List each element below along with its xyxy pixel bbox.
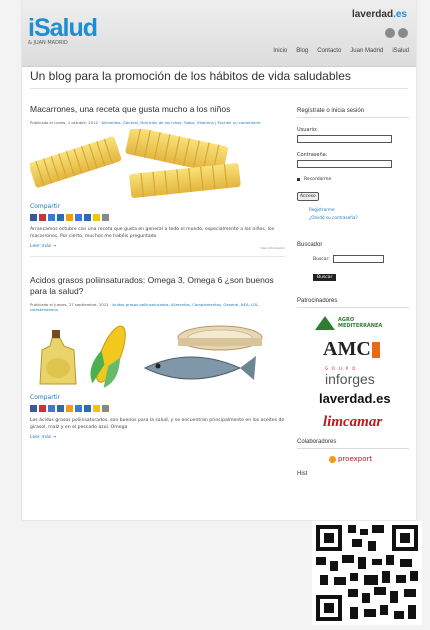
page: iSalud & JUAN MADRID laverdad.es Inicio … [22, 0, 416, 520]
logo-text: iSalud [28, 14, 98, 42]
feed-icon[interactable] [398, 28, 408, 38]
nav-item-inicio[interactable]: Inicio [273, 48, 287, 54]
nav-item-juan-madrid[interactable]: Juan Madrid [350, 48, 383, 54]
post-date: Publicado el Lunes, 1 octubre, 2012 [30, 120, 98, 125]
share-link[interactable]: Compartir [30, 394, 285, 401]
username-field[interactable] [297, 135, 392, 143]
post-meta: Publicado el Jueves, 27 septiembre, 2012… [30, 302, 260, 312]
twitter-icon[interactable] [39, 214, 46, 221]
post-image-macarrones[interactable] [29, 126, 275, 199]
email-icon[interactable] [385, 28, 395, 38]
nav-item-blog[interactable]: Blog [296, 48, 308, 54]
share-icons [30, 214, 285, 221]
sponsor-inforges[interactable]: GRUPO inforges [325, 366, 409, 387]
checkbox-icon[interactable] [297, 178, 300, 181]
post-categories[interactable]: Alimentos, General, Nutrición de los niñ… [102, 120, 261, 125]
delicious-icon[interactable] [48, 405, 55, 412]
delicious-icon[interactable] [48, 214, 55, 221]
share-link[interactable]: Compartir [30, 203, 285, 210]
remember-me[interactable]: Recordarme [297, 177, 409, 182]
main-nav: Inicio Blog Contacto Juan Madrid iSalud [273, 48, 409, 54]
login-button[interactable]: Acceso [297, 192, 319, 201]
password-label: Contraseña: [297, 152, 328, 158]
post-separator [30, 256, 285, 257]
register-link[interactable]: Registrarme [309, 207, 409, 212]
qr-code[interactable] [312, 521, 422, 625]
print-icon[interactable] [102, 405, 109, 412]
search-row: Buscar: [313, 255, 409, 263]
collaborators-heading: Colaboradores [297, 439, 337, 445]
sponsor-amc-text: AMC [323, 338, 371, 360]
post-title[interactable]: Macarrones, una receta que gusta mucho a… [30, 104, 285, 115]
nav-item-contacto[interactable]: Contacto [317, 48, 341, 54]
myspace-icon[interactable] [84, 405, 91, 412]
post-image-omega[interactable] [30, 316, 275, 390]
print-icon[interactable] [102, 214, 109, 221]
login-heading: Regístrate o inicia sesión [297, 108, 365, 114]
password-field[interactable] [297, 160, 392, 168]
facebook-icon[interactable] [30, 405, 37, 412]
collaborators-heading-line [297, 448, 409, 449]
site-header: iSalud & JUAN MADRID laverdad.es Inicio … [22, 0, 416, 67]
sponsors-heading-line [297, 307, 409, 308]
post-footnote: más información [259, 246, 285, 250]
laverdad-tld: .es [393, 9, 407, 20]
nav-item-isalud[interactable]: iSalud [392, 48, 409, 54]
sponsor-inforges-text: inforges [325, 371, 375, 387]
email-share-icon[interactable] [75, 405, 82, 412]
post: Acidos grasos poliinsaturados: Omega 3, … [30, 275, 285, 440]
rss-icon[interactable] [66, 214, 73, 221]
digg-icon[interactable] [57, 405, 64, 412]
remember-label: Recordarme [304, 177, 332, 182]
proexport-mark [329, 455, 336, 463]
star-icon[interactable] [93, 214, 100, 221]
email-share-icon[interactable] [75, 214, 82, 221]
collaborator-proexport-text: proexport [338, 455, 373, 463]
search-button[interactable]: Buscar [313, 274, 337, 281]
sponsor-amc[interactable]: AMC [323, 338, 409, 361]
search-label: Buscar: [313, 256, 330, 262]
laverdad-name: laverdad [351, 9, 394, 20]
post: Macarrones, una receta que gusta mucho a… [29, 104, 285, 257]
digg-icon[interactable] [57, 214, 64, 221]
twitter-icon[interactable] [39, 405, 46, 412]
user-label: Usuario: [297, 127, 318, 133]
facebook-icon[interactable] [30, 214, 37, 221]
read-more-link[interactable]: Leer más → [30, 435, 285, 440]
share-icons [30, 405, 285, 412]
agro-leaf-icon [315, 316, 335, 330]
forgot-password-link[interactable]: ¿Olvidó su contraseña? [309, 215, 409, 220]
sponsor-agro[interactable]: AGRO MEDITERRÁNEA [315, 316, 409, 330]
post-excerpt: Arrancamos octubre con una receta que gu… [30, 227, 275, 239]
social-links [385, 28, 408, 38]
rss-icon[interactable] [66, 405, 73, 412]
site-logo[interactable]: iSalud & JUAN MADRID [28, 14, 98, 47]
sponsors-heading: Patrocinadores [297, 298, 338, 304]
search-heading: Buscador [297, 242, 323, 248]
sponsor-limcamar[interactable]: limcamar [323, 414, 409, 431]
search-input[interactable] [332, 255, 384, 263]
post-list: Macarrones, una receta que gusta mucho a… [29, 104, 285, 440]
login-heading-line [297, 117, 409, 118]
partial-heading: Hist [297, 471, 308, 477]
myspace-icon[interactable] [84, 214, 91, 221]
sponsor-laverdad[interactable]: laverdad.es [319, 391, 409, 406]
star-icon[interactable] [93, 405, 100, 412]
post-meta: Publicado el Lunes, 1 octubre, 2012 · Al… [30, 120, 261, 125]
amc-mark [371, 341, 380, 358]
post-title[interactable]: Acidos grasos poliinsaturados: Omega 3, … [30, 275, 285, 297]
post-excerpt: Los ácidos grasos poliinsaturados, son b… [30, 418, 285, 430]
sponsor-agro-text: AGRO MEDITERRÁNEA [338, 317, 383, 329]
blog-title: Un blog para la promoción de los hábitos… [30, 69, 351, 83]
title-divider [30, 88, 408, 89]
laverdad-logo[interactable]: laverdad.es [352, 9, 407, 20]
sidebar: Regístrate o inicia sesión Usuario: Cont… [297, 108, 409, 477]
collaborator-proexport[interactable]: proexport [329, 455, 409, 463]
